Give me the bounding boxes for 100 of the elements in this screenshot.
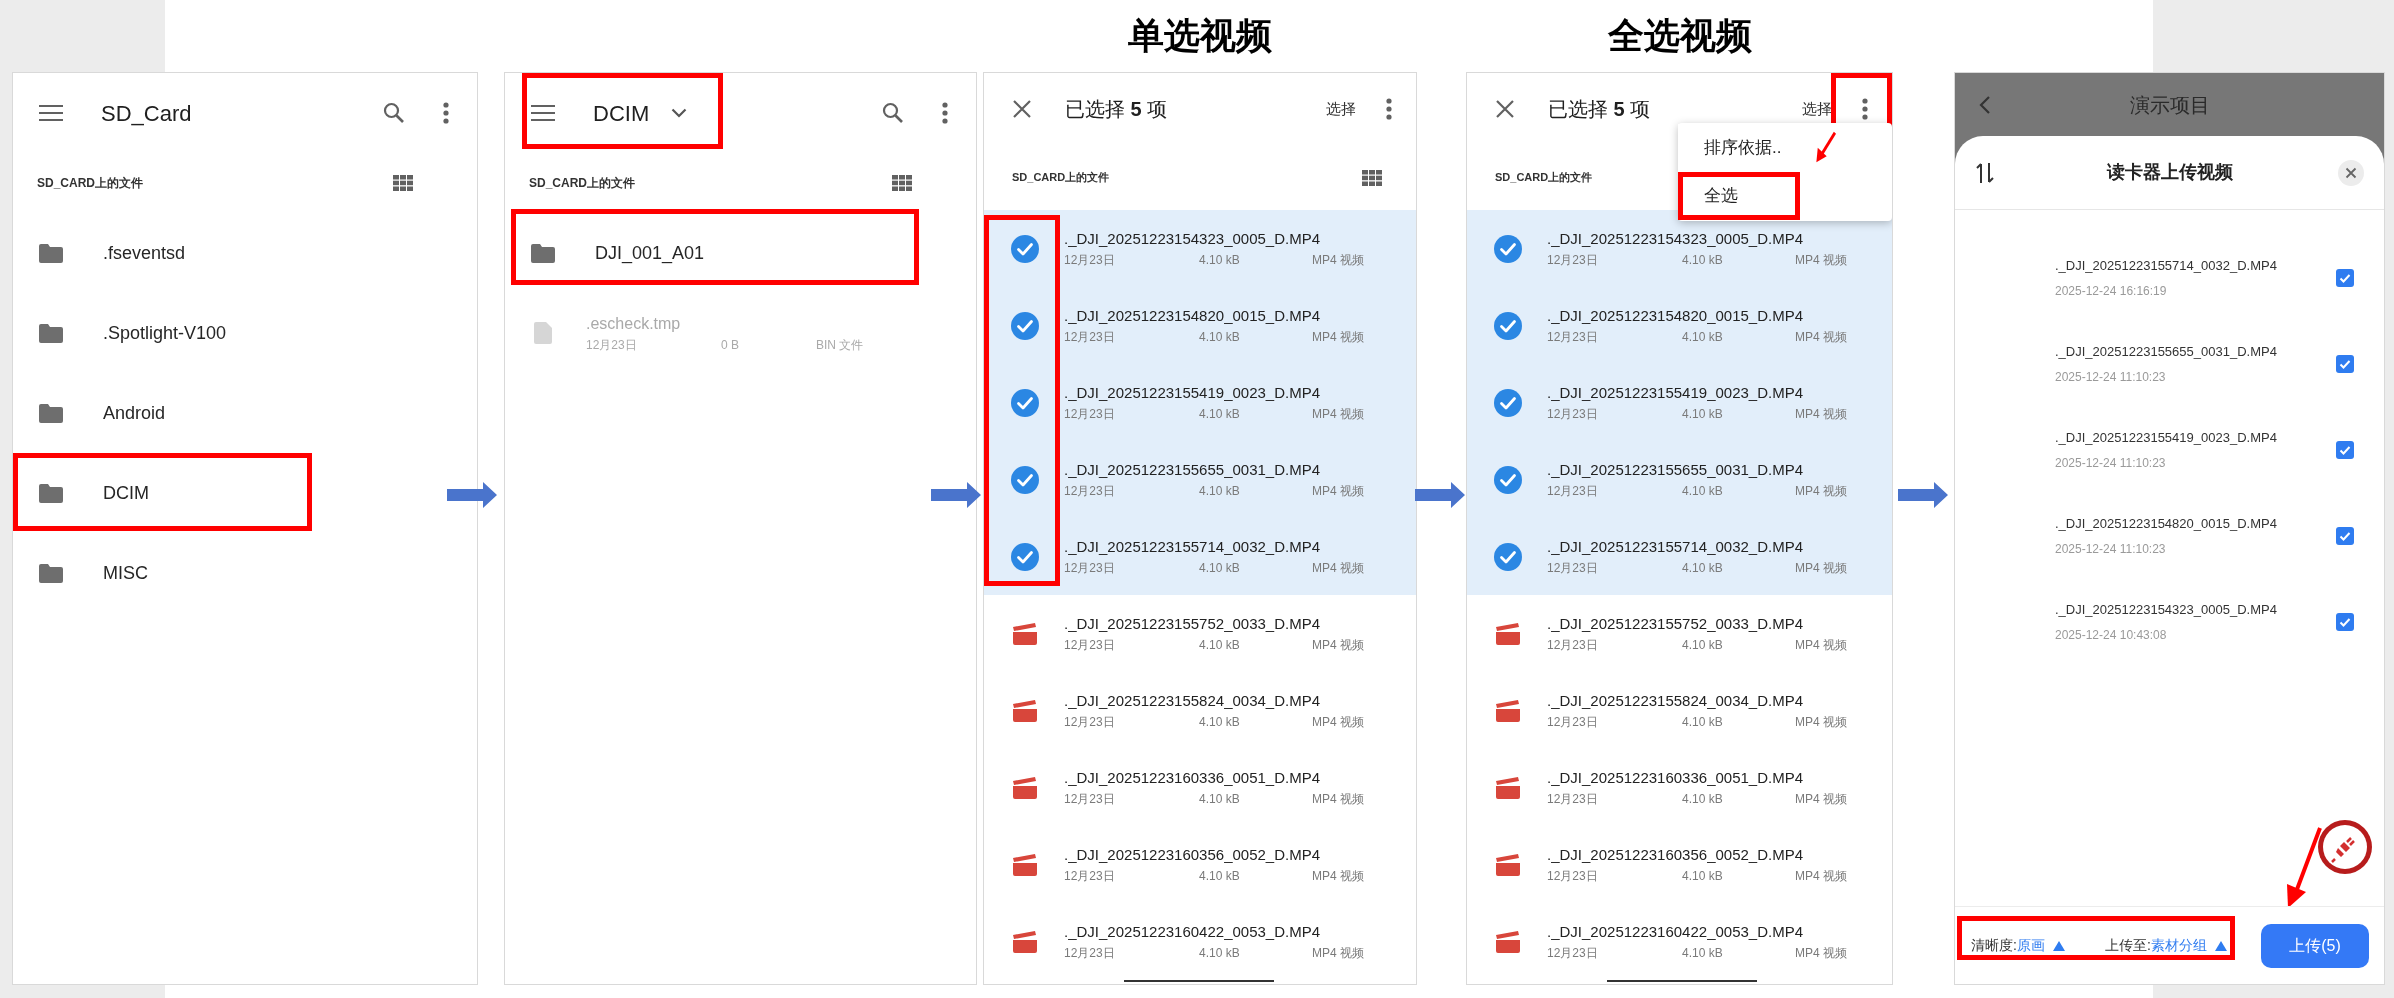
search-icon[interactable] bbox=[882, 102, 904, 124]
checkbox[interactable] bbox=[2336, 269, 2354, 287]
file-name: ._DJI_20251223155752_0033_D.MP4 bbox=[1547, 614, 1805, 635]
checkbox[interactable] bbox=[2336, 355, 2354, 373]
file-row[interactable]: ._DJI_20251223155714_0032_D.MP4 12月23日 4.10 kB MP4 视频 bbox=[984, 518, 1416, 595]
grid-view-icon[interactable] bbox=[1362, 169, 1382, 186]
file-type: MP4 视频 bbox=[1795, 636, 1847, 654]
plug-button[interactable] bbox=[2316, 818, 2374, 876]
more-icon[interactable] bbox=[1386, 98, 1392, 120]
chevron-down-icon[interactable] bbox=[671, 108, 688, 118]
select-button[interactable]: 选择 bbox=[1802, 97, 1832, 121]
menu-icon[interactable] bbox=[531, 104, 555, 122]
file-name: ._DJI_20251223154323_0005_D.MP4 bbox=[1064, 229, 1322, 250]
select-button[interactable]: 选择 bbox=[1326, 97, 1356, 121]
checkbox[interactable] bbox=[2336, 441, 2354, 459]
upload-button[interactable]: 上传(5) bbox=[2261, 923, 2369, 968]
file-name: ._DJI_20251223155419_0023_D.MP4 bbox=[2055, 429, 2278, 448]
menu-icon[interactable] bbox=[39, 104, 63, 122]
file-size: 4.10 kB bbox=[1682, 867, 1723, 885]
right-arrow-icon bbox=[1898, 482, 1948, 508]
file-date: 12月23日 bbox=[1547, 944, 1599, 962]
selection-title: 已选择 5 项 bbox=[1548, 97, 1651, 122]
toolbar-title: DCIM bbox=[593, 99, 650, 128]
check-circle-icon[interactable] bbox=[1011, 542, 1039, 571]
check-circle-icon[interactable] bbox=[1494, 234, 1522, 263]
more-icon[interactable] bbox=[443, 102, 449, 124]
file-date: 12月23日 bbox=[1064, 251, 1116, 269]
file-size: 4.10 kB bbox=[1199, 636, 1240, 654]
file-date: 12月23日 bbox=[1064, 328, 1116, 346]
file-row[interactable]: ._DJI_20251223154820_0015_D.MP4 12月23日 4.10 kB MP4 视频 bbox=[1467, 287, 1892, 364]
file-date: 12月23日 bbox=[1064, 482, 1116, 500]
check-circle-icon[interactable] bbox=[1494, 311, 1522, 340]
file-size: 4.10 kB bbox=[1199, 251, 1240, 269]
file-size: 4.10 kB bbox=[1682, 328, 1723, 346]
file-size: 4.10 kB bbox=[1682, 405, 1723, 423]
file-time: 2025-12-24 16:16:19 bbox=[2055, 282, 2168, 300]
more-icon[interactable] bbox=[942, 102, 948, 124]
step-caption: 单选视频 bbox=[1128, 18, 1272, 54]
file-size: 4.10 kB bbox=[1682, 713, 1723, 731]
file-size: 4.10 kB bbox=[1682, 482, 1723, 500]
file-date: 12月23日 bbox=[586, 337, 638, 354]
file-type: MP4 视频 bbox=[1795, 944, 1847, 962]
grid-view-icon[interactable] bbox=[892, 175, 912, 191]
back-icon[interactable] bbox=[1979, 94, 1991, 115]
folder-icon bbox=[39, 563, 63, 583]
file-date: 12月23日 bbox=[1547, 713, 1599, 731]
file-date: 12月23日 bbox=[1064, 790, 1116, 808]
check-circle-icon[interactable] bbox=[1494, 388, 1522, 417]
check-circle-icon[interactable] bbox=[1494, 542, 1522, 571]
file-time: 2025-12-24 10:43:08 bbox=[2055, 626, 2168, 644]
file-date: 12月23日 bbox=[1064, 636, 1116, 654]
file-type: MP4 视频 bbox=[1312, 251, 1364, 269]
triangle-up-icon[interactable] bbox=[2214, 940, 2227, 951]
file-row[interactable]: ._DJI_20251223155419_0023_D.MP4 12月23日 4.10 kB MP4 视频 bbox=[1467, 364, 1892, 441]
section-label: SD_CARD上的文件 bbox=[529, 175, 635, 192]
target-value[interactable]: 素材分组 bbox=[2150, 935, 2207, 956]
step-caption: 全选视频 bbox=[1607, 18, 1752, 54]
file-row[interactable]: ._DJI_20251223155655_0031_D.MP4 12月23日 4.10 kB MP4 视频 bbox=[1467, 441, 1892, 518]
folder-name: Android bbox=[103, 401, 166, 425]
file-date: 12月23日 bbox=[1547, 559, 1599, 577]
right-arrow-icon bbox=[447, 482, 497, 508]
triangle-up-icon[interactable] bbox=[2052, 940, 2065, 951]
more-icon[interactable] bbox=[1862, 98, 1868, 120]
file-date: 12月23日 bbox=[1064, 559, 1116, 577]
file-type: MP4 视频 bbox=[1312, 867, 1364, 885]
check-circle-icon[interactable] bbox=[1011, 388, 1039, 417]
quality-value[interactable]: 原画 bbox=[2016, 935, 2045, 956]
sort-icon[interactable] bbox=[1975, 160, 1995, 185]
file-type: MP4 视频 bbox=[1795, 482, 1847, 500]
file-type: MP4 视频 bbox=[1312, 328, 1364, 346]
search-icon[interactable] bbox=[383, 102, 405, 124]
file-row[interactable]: ._DJI_20251223154323_0005_D.MP4 12月23日 4.10 kB MP4 视频 bbox=[984, 210, 1416, 287]
section-label: SD_CARD上的文件 bbox=[1495, 170, 1593, 186]
file-name: ._DJI_20251223160356_0052_D.MP4 bbox=[1064, 845, 1322, 866]
file-type: MP4 视频 bbox=[1795, 251, 1847, 269]
file-row[interactable]: ._DJI_20251223154323_0005_D.MP4 12月23日 4.10 kB MP4 视频 bbox=[1467, 210, 1892, 287]
check-circle-icon[interactable] bbox=[1011, 311, 1039, 340]
file-name: ._DJI_20251223155752_0033_D.MP4 bbox=[1064, 614, 1322, 635]
file-row[interactable]: ._DJI_20251223155714_0032_D.MP4 12月23日 4.10 kB MP4 视频 bbox=[1467, 518, 1892, 595]
file-time: 2025-12-24 11:10:23 bbox=[2055, 454, 2167, 472]
grid-view-icon[interactable] bbox=[393, 175, 413, 191]
file-date: 12月23日 bbox=[1064, 405, 1116, 423]
file-size: 4.10 kB bbox=[1682, 790, 1723, 808]
check-circle-icon[interactable] bbox=[1494, 465, 1522, 494]
file-size: 4.10 kB bbox=[1682, 251, 1723, 269]
close-icon[interactable] bbox=[1013, 100, 1031, 118]
file-name: ._DJI_20251223155419_0023_D.MP4 bbox=[1547, 383, 1805, 404]
close-icon[interactable] bbox=[2338, 159, 2364, 186]
check-circle-icon[interactable] bbox=[1011, 465, 1039, 494]
checkbox[interactable] bbox=[2336, 527, 2354, 545]
file-size: 0 B bbox=[721, 337, 740, 354]
menu-item[interactable]: 全选 bbox=[1678, 172, 1800, 220]
file-date: 12月23日 bbox=[1064, 944, 1116, 962]
check-circle-icon[interactable] bbox=[1011, 234, 1039, 263]
checkbox[interactable] bbox=[2336, 613, 2354, 631]
close-icon[interactable] bbox=[1496, 100, 1514, 118]
file-date: 12月23日 bbox=[1547, 405, 1599, 423]
folder-icon bbox=[39, 403, 63, 423]
file-size: 4.10 kB bbox=[1199, 482, 1240, 500]
file-type: MP4 视频 bbox=[1312, 790, 1364, 808]
